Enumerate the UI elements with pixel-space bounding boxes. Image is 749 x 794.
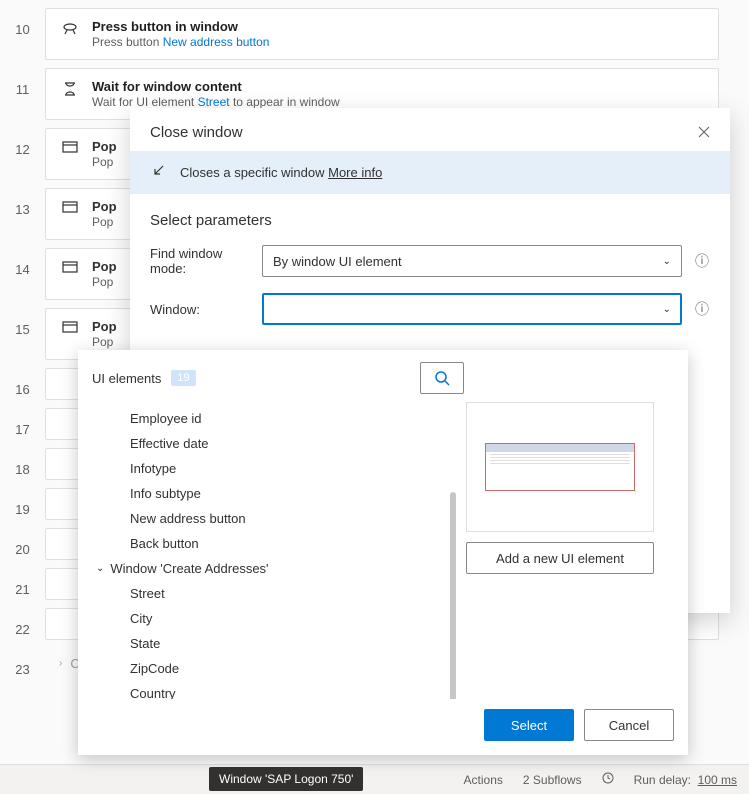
window-label: Window: [150,302,250,317]
chevron-right-icon[interactable]: › [59,658,62,669]
status-actions[interactable]: Actions [464,773,503,787]
scrollbar[interactable] [450,492,456,699]
window-icon [60,259,80,273]
count-badge: 19 [171,370,195,386]
step-title: Press button in window [92,19,704,34]
select-button[interactable]: Select [484,709,574,741]
add-ui-element-button[interactable]: Add a new UI element [466,542,654,574]
search-button[interactable] [420,362,464,394]
preview-thumbnail [485,443,635,491]
tree-item[interactable]: New address button [78,506,458,531]
tree-item[interactable]: Effective date [78,431,458,456]
find-mode-label: Find window mode: [150,246,250,276]
step-number: 12 [0,128,45,157]
step-number: 10 [0,8,45,37]
tree-group[interactable]: ⌄ Window 'Create Addresses' [78,556,458,581]
status-bar: Actions 2 Subflows Run delay: 100 ms [0,764,749,794]
info-icon[interactable]: ⓘ [694,251,710,271]
chevron-down-icon: ⌄ [96,563,104,574]
hourglass-icon [60,79,80,97]
step-number: 16 [0,368,45,397]
clock-icon [602,772,614,787]
step-number: 21 [0,568,45,597]
close-icon[interactable] [698,125,710,141]
step-number: 14 [0,248,45,277]
more-info-link[interactable]: More info [328,165,382,180]
arrow-in-icon [150,163,166,182]
tree-item[interactable]: Employee id [78,406,458,431]
tooltip: Window 'SAP Logon 750' [209,767,363,791]
tree-item[interactable]: ZipCode [78,656,458,681]
step-number: 11 [0,68,45,97]
preview-box [466,402,654,532]
tree-item[interactable]: State [78,631,458,656]
tree-item[interactable]: Info subtype [78,481,458,506]
link-element[interactable]: New address button [163,35,270,49]
tree-item[interactable]: Back button [78,531,458,556]
step-number: 23 [0,648,45,677]
step-number: 13 [0,188,45,217]
tree-item[interactable]: City [78,606,458,631]
window-select[interactable]: ⌄ [262,293,682,325]
step-row[interactable]: 10 Press button in window Press button N… [0,8,749,60]
ui-elements-popup: UI elements 19 Employee id Effective dat… [78,350,688,755]
chevron-down-icon: ⌄ [663,256,671,267]
link-element[interactable]: Street [198,95,230,109]
run-delay[interactable]: Run delay: 100 ms [634,773,737,787]
step-number: 22 [0,608,45,637]
step-number: 19 [0,488,45,517]
window-icon [60,319,80,333]
step-number: 18 [0,448,45,477]
step-title: Wait for window content [92,79,704,94]
status-subflows[interactable]: 2 Subflows [523,773,582,787]
step-desc: Wait for UI element Street to appear in … [92,95,704,109]
cancel-button[interactable]: Cancel [584,709,674,741]
step-number: 15 [0,308,45,337]
step-number: 20 [0,528,45,557]
info-icon[interactable]: ⓘ [694,299,710,319]
tree-item[interactable]: Country [78,681,458,699]
info-banner: Closes a specific window More info [130,151,730,194]
dialog-title: Close window [150,124,243,141]
step-number: 17 [0,408,45,437]
ui-elements-tree[interactable]: Employee id Effective date Infotype Info… [78,402,458,699]
tree-item[interactable]: Street [78,581,458,606]
find-mode-select[interactable]: By window UI element ⌄ [262,245,682,277]
press-icon [60,19,80,39]
tree-item[interactable]: Infotype [78,456,458,481]
step-desc: Press button New address button [92,35,704,49]
window-icon [60,199,80,213]
section-title: Select parameters [130,194,730,237]
popup-title: UI elements [92,371,161,386]
window-icon [60,139,80,153]
chevron-down-icon: ⌄ [663,304,671,315]
